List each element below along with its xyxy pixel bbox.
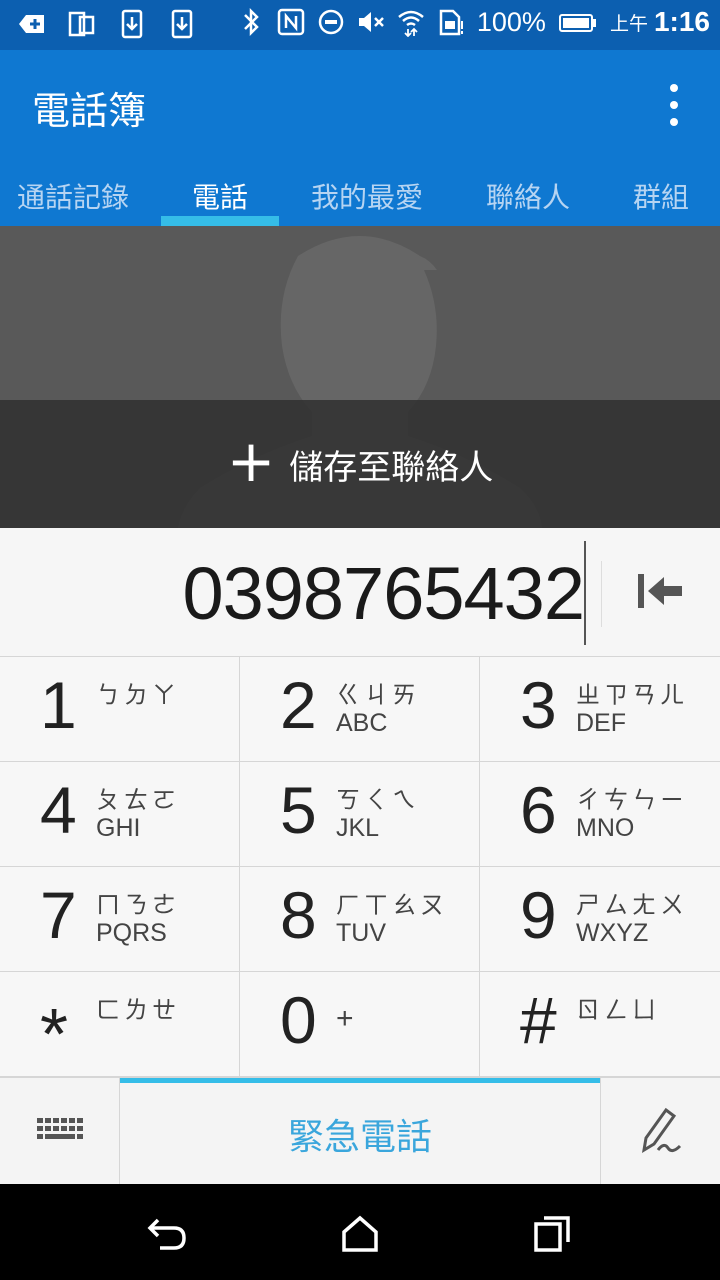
save-to-contacts-button[interactable]: + 儲存至聯絡人	[0, 400, 720, 528]
dialer-actions: 緊急電話	[0, 1077, 720, 1184]
key-plus-symbol: +	[336, 1002, 354, 1035]
wifi-icon	[397, 6, 425, 38]
key-zhuyin: ㄇㄋㄜ	[96, 891, 180, 919]
key-1[interactable]: 1 ㄅㄉㄚ	[0, 657, 240, 762]
battery-icon	[558, 6, 598, 38]
key-3[interactable]: 3 ㄓㄗㄢㄦ DEF	[480, 657, 720, 762]
key-digit: *	[40, 995, 69, 1075]
time-prefix: 上午	[609, 13, 648, 35]
key-zhuyin: ㄕㄙㄤㄨ	[576, 891, 688, 919]
key-letters: GHI	[96, 814, 141, 842]
key-digit: 6	[520, 773, 557, 847]
dial-keypad: 1 ㄅㄉㄚ 2 ㄍㄐㄞ ABC 3 ㄓㄗㄢㄦ DEF 4 ㄆㄊㄛ GHI 5 ㄎ…	[0, 657, 720, 1077]
app-title: 電話簿	[32, 89, 147, 133]
key-6[interactable]: 6 ㄔㄘㄣㄧ MNO	[480, 762, 720, 867]
sim-alert-icon	[437, 6, 465, 38]
contact-photo-area: + 儲存至聯絡人	[0, 226, 720, 528]
key-letters: MNO	[576, 814, 635, 842]
key-digit: 8	[280, 878, 317, 952]
save-to-contacts-label: 儲存至聯絡人	[289, 447, 494, 488]
notification-add-icon	[18, 8, 46, 40]
key-digit: 2	[280, 668, 317, 742]
keyboard-toggle-button[interactable]	[0, 1078, 120, 1184]
text-cursor	[584, 541, 586, 645]
dialed-number[interactable]: 0398765432	[182, 551, 585, 636]
key-hash[interactable]: # ㄖㄥㄩ	[480, 972, 720, 1077]
key-digit: 3	[520, 668, 557, 742]
key-zhuyin: ㄆㄊㄛ	[96, 786, 180, 814]
key-letters: ABC	[336, 709, 388, 737]
nfc-icon	[277, 6, 305, 38]
do-not-disturb-icon	[317, 6, 345, 38]
bluetooth-icon	[237, 6, 265, 38]
key-letters: TUV	[336, 919, 386, 947]
key-digit: 0	[280, 983, 317, 1057]
handwriting-button[interactable]	[600, 1078, 720, 1184]
home-icon[interactable]	[336, 1210, 384, 1258]
key-star[interactable]: * ㄈㄌㄝ	[0, 972, 240, 1077]
key-8[interactable]: 8 ㄏㄒㄠㄡ TUV	[240, 867, 480, 972]
key-4[interactable]: 4 ㄆㄊㄛ GHI	[0, 762, 240, 867]
active-tab-indicator	[161, 216, 279, 226]
recent-apps-icon[interactable]	[528, 1210, 576, 1258]
key-letters: WXYZ	[576, 919, 649, 947]
multi-window-icon	[68, 8, 96, 40]
tab-favorites[interactable]: 我的最愛	[294, 156, 440, 226]
key-2[interactable]: 2 ㄍㄐㄞ ABC	[240, 657, 480, 762]
app-bar: 電話簿	[0, 50, 720, 156]
status-bar: 100% 上午 1:16	[0, 0, 720, 50]
key-zhuyin: ㄎㄑㄟ	[336, 786, 420, 814]
download-icon	[168, 8, 196, 40]
key-7[interactable]: 7 ㄇㄋㄜ PQRS	[0, 867, 240, 972]
key-letters: DEF	[576, 709, 626, 737]
number-display[interactable]: 0398765432	[0, 529, 720, 657]
battery-percent: 100%	[476, 6, 546, 37]
tab-contacts[interactable]: 聯絡人	[440, 156, 616, 226]
overflow-menu-icon[interactable]	[662, 84, 686, 126]
key-zhuyin: ㄓㄗㄢㄦ	[576, 681, 688, 709]
key-5[interactable]: 5 ㄎㄑㄟ JKL	[240, 762, 480, 867]
key-digit: 9	[520, 878, 557, 952]
keyboard-icon	[36, 1118, 83, 1139]
key-zhuyin: ㄏㄒㄠㄡ	[336, 891, 448, 919]
divider	[601, 561, 602, 627]
tab-call-log[interactable]: 通話記錄	[0, 156, 146, 226]
back-icon[interactable]	[144, 1210, 192, 1258]
clock: 1:16	[653, 6, 710, 37]
key-letters: JKL	[336, 814, 380, 842]
pen-icon	[641, 1107, 681, 1153]
key-digit: #	[520, 983, 557, 1057]
key-9[interactable]: 9 ㄕㄙㄤㄨ WXYZ	[480, 867, 720, 972]
key-digit: 1	[40, 668, 77, 742]
emergency-call-button[interactable]: 緊急電話	[120, 1078, 600, 1184]
backspace-icon[interactable]	[630, 566, 690, 616]
key-digit: 4	[40, 773, 77, 847]
key-zhuyin: ㄅㄉㄚ	[96, 681, 180, 709]
key-letters: PQRS	[96, 919, 167, 947]
key-digit: 7	[40, 878, 77, 952]
plus-icon: +	[226, 427, 276, 495]
download-icon	[118, 8, 146, 40]
mute-icon	[357, 6, 385, 38]
key-zhuyin: ㄔㄘㄣㄧ	[576, 786, 688, 814]
key-0[interactable]: 0 +	[240, 972, 480, 1077]
key-zhuyin: ㄍㄐㄞ	[336, 681, 420, 709]
key-zhuyin: ㄈㄌㄝ	[96, 996, 180, 1024]
key-zhuyin: ㄖㄥㄩ	[576, 996, 660, 1024]
key-digit: 5	[280, 773, 317, 847]
tab-bar: 通話記錄 電話 我的最愛 聯絡人 群組	[0, 156, 720, 226]
tab-groups[interactable]: 群組	[602, 156, 720, 226]
system-nav-bar	[0, 1184, 720, 1280]
